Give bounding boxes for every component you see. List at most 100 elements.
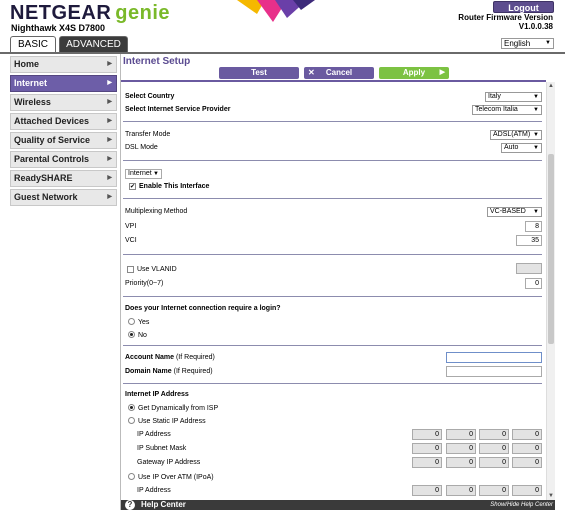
subnet-octet-4[interactable]: 0 [512, 443, 542, 454]
vci-label: VCI [125, 237, 137, 244]
static-ip-octet-4[interactable]: 0 [512, 429, 542, 440]
page-title: Internet Setup [123, 56, 191, 67]
chevron-right-icon: ▶ [107, 175, 112, 181]
close-icon: ✕ [308, 68, 315, 77]
vertical-scrollbar[interactable]: ▲ ▼ [546, 82, 555, 500]
dsl-mode-select[interactable]: Auto ▼ [501, 143, 542, 153]
chevron-right-icon: ▶ [107, 61, 112, 67]
gateway-octet-4[interactable]: 0 [512, 457, 542, 468]
scroll-down-icon[interactable]: ▼ [548, 493, 554, 499]
vpi-label: VPI [125, 223, 137, 230]
tab-basic[interactable]: BASIC [10, 36, 56, 52]
isp-value: Telecom Italia [475, 106, 518, 113]
multiplexing-select[interactable]: VC-BASED ▼ [487, 207, 542, 217]
section-divider [123, 345, 542, 346]
chevron-down-icon: ▼ [533, 145, 539, 151]
login-no-label: No [138, 332, 147, 339]
sidebar-item-attached-devices[interactable]: Attached Devices ▶ [10, 113, 117, 130]
sidebar-item-label: Quality of Service [14, 135, 91, 145]
cancel-button-label: Cancel [325, 68, 353, 77]
interface-select[interactable]: Internet ▼ [125, 169, 162, 179]
help-center-label: Help Center [141, 500, 186, 509]
select-country-label: Select Country [125, 93, 175, 100]
use-vlanid-checkbox[interactable] [127, 266, 134, 273]
language-select[interactable]: English ▼ [501, 38, 554, 49]
subnet-octet-2[interactable]: 0 [446, 443, 476, 454]
chevron-right-icon: ▶ [107, 118, 112, 124]
section-divider [123, 296, 542, 297]
use-static-radio[interactable] [128, 417, 135, 424]
vci-input[interactable]: 35 [516, 235, 542, 246]
sidebar-item-guest-network[interactable]: Guest Network ▶ [10, 189, 117, 206]
account-name-row-label: Account Name (If Required) [125, 354, 215, 361]
subnet-octet-3[interactable]: 0 [479, 443, 509, 454]
chevron-right-icon: ▶ [107, 137, 112, 143]
ipoa-ip-octet-4[interactable]: 0 [512, 485, 542, 496]
brand-name: NETGEAR [10, 2, 112, 24]
firmware-version: V1.0.0.38 [518, 22, 553, 31]
question-icon: ? [125, 500, 135, 510]
ip-section-label: Internet IP Address [125, 391, 189, 398]
subnet-label: IP Subnet Mask [137, 445, 187, 452]
sidebar-item-label: Guest Network [14, 192, 78, 202]
interface-value: Internet [128, 170, 152, 177]
ipoa-ip-octet-1[interactable]: 0 [412, 485, 442, 496]
sidebar-item-internet[interactable]: Internet ▶ [10, 75, 117, 92]
sidebar-item-readyshare[interactable]: ReadySHARE ▶ [10, 170, 117, 187]
vlanid-input[interactable] [516, 263, 542, 274]
login-no-radio[interactable] [128, 331, 135, 338]
language-value: English [504, 39, 531, 48]
domain-name-label: Domain Name [125, 368, 172, 375]
ipoa-ip-label: IP Address [137, 487, 171, 494]
domain-name-hint: (If Required) [173, 368, 213, 375]
section-divider [123, 383, 542, 384]
gateway-octet-1[interactable]: 0 [412, 457, 442, 468]
domain-name-input[interactable] [446, 366, 542, 377]
sidebar-item-parental-controls[interactable]: Parental Controls ▶ [10, 151, 117, 168]
ipoa-radio[interactable] [128, 473, 135, 480]
apply-button[interactable]: Apply ▶ [379, 67, 449, 79]
help-center-bar[interactable]: ? Help Center Show/Hide Help Center [121, 500, 555, 510]
subnet-octet-1[interactable]: 0 [412, 443, 442, 454]
chevron-down-icon: ▼ [545, 40, 551, 46]
multiplexing-label: Multiplexing Method [125, 208, 188, 215]
sidebar-item-home[interactable]: Home ▶ [10, 56, 117, 73]
section-divider [123, 254, 542, 255]
isp-select[interactable]: Telecom Italia ▼ [472, 105, 542, 115]
enable-interface-checkbox[interactable]: ✔ [129, 183, 136, 190]
scrollbar-thumb[interactable] [548, 154, 554, 344]
chevron-down-icon: ▼ [533, 132, 539, 138]
sidebar-item-label: Parental Controls [14, 154, 90, 164]
account-name-input[interactable] [446, 352, 542, 363]
static-ip-octet-3[interactable]: 0 [479, 429, 509, 440]
help-toggle-link[interactable]: Show/Hide Help Center [490, 500, 553, 510]
static-ip-octet-1[interactable]: 0 [412, 429, 442, 440]
country-select[interactable]: Italy ▼ [485, 92, 542, 102]
chevron-right-icon: ▶ [107, 80, 112, 86]
main-panel: Internet Setup Test ✕ Cancel Apply ▶ Selec… [120, 54, 555, 510]
scroll-up-icon[interactable]: ▲ [548, 83, 554, 89]
tab-advanced[interactable]: ADVANCED [59, 36, 128, 52]
chevron-down-icon: ▼ [153, 171, 159, 177]
sidebar-item-label: Wireless [14, 97, 51, 107]
sidebar-item-wireless[interactable]: Wireless ▶ [10, 94, 117, 111]
chevron-down-icon: ▼ [533, 209, 539, 215]
transfer-mode-select[interactable]: ADSL(ATM) ▼ [490, 130, 542, 140]
get-dynamic-radio[interactable] [128, 404, 135, 411]
ipoa-ip-octet-2[interactable]: 0 [446, 485, 476, 496]
section-divider [123, 160, 542, 161]
priority-input[interactable]: 0 [525, 278, 542, 289]
logout-button[interactable]: Logout [493, 1, 554, 13]
cancel-button[interactable]: ✕ Cancel [304, 67, 374, 79]
domain-name-row-label: Domain Name (If Required) [125, 368, 213, 375]
ipoa-ip-octet-3[interactable]: 0 [479, 485, 509, 496]
gateway-octet-3[interactable]: 0 [479, 457, 509, 468]
test-button[interactable]: Test [219, 67, 299, 79]
enable-interface-label: Enable This Interface [139, 183, 210, 190]
gateway-octet-2[interactable]: 0 [446, 457, 476, 468]
vpi-input[interactable]: 8 [525, 221, 542, 232]
genie-logo-text: genie [115, 2, 171, 24]
login-yes-radio[interactable] [128, 318, 135, 325]
sidebar-item-qos[interactable]: Quality of Service ▶ [10, 132, 117, 149]
static-ip-octet-2[interactable]: 0 [446, 429, 476, 440]
